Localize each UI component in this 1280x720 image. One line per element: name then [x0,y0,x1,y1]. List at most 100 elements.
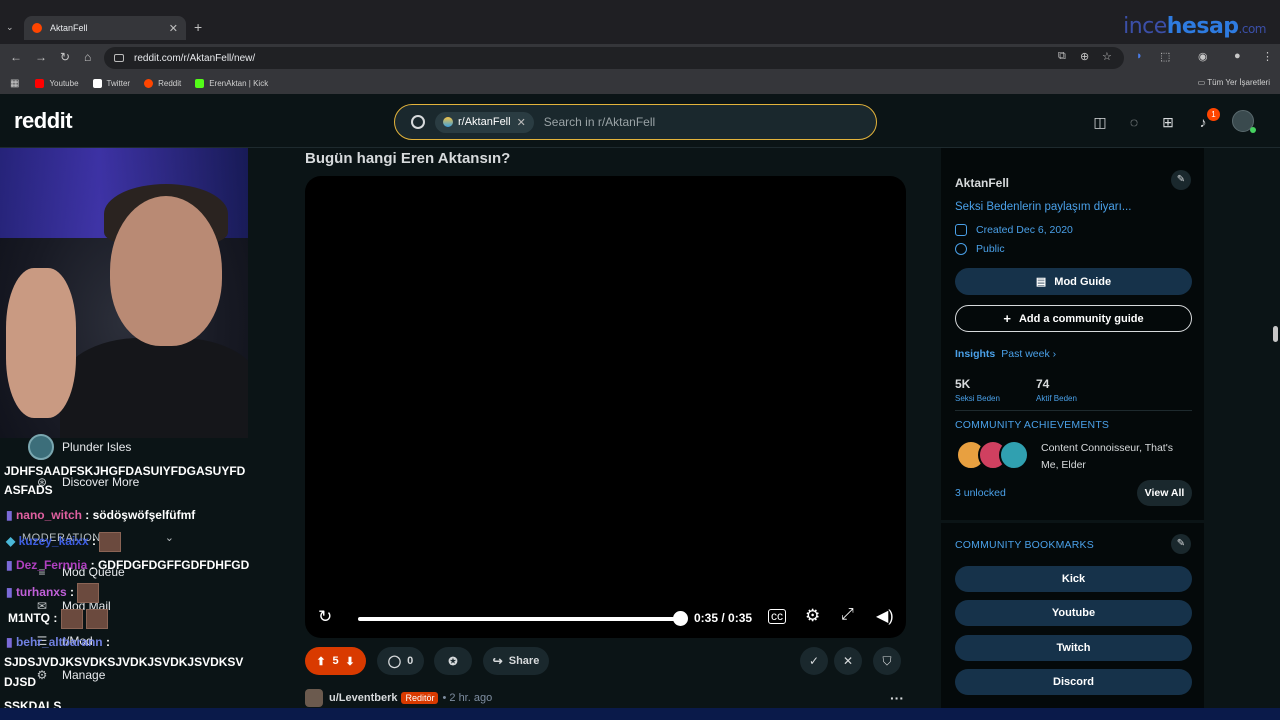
sidebar-item-plunder-isles[interactable]: Plunder Isles [62,440,131,454]
cake-icon [955,224,967,236]
replay-icon[interactable]: ↻ [318,607,332,627]
add-community-guide-button[interactable]: + Add a community guide [955,305,1192,332]
chat-message: ▮ Dez_Fernnia : GDFDGFDGFFGDFDHFGD [6,558,250,572]
edit-pencil-icon[interactable]: ✎ [1171,170,1191,190]
vote-bar: ⬆ 5 ⬇ [305,647,366,675]
insights-row[interactable]: Insights Past week › [955,348,1056,360]
chat-badge-icon: ▮ [6,508,16,522]
more-options-icon[interactable]: ··· [890,690,904,706]
stat-members-label: Seksi Beden [955,394,1000,403]
upvote-icon[interactable]: ⬆ [316,655,325,668]
mod-guide-button[interactable]: ▤ Mod Guide [955,268,1192,295]
community-name: AktanFell [955,176,1010,190]
chat-message: ▮ nano_witch : södöşwöfşelfüfmf [6,508,196,522]
page-scrollbar[interactable] [1270,148,1280,708]
search-bar[interactable]: r/AktanFell ✕ [394,104,877,140]
bookmark-twitch-button[interactable]: Twitch [955,635,1192,661]
browser-tab[interactable]: AktanFell ✕ [24,16,186,40]
zoom-icon[interactable]: ⊕ [1080,50,1089,63]
url-text: reddit.com/r/AktanFell/new/ [134,52,256,64]
subreddit-chip[interactable]: r/AktanFell ✕ [435,111,534,133]
edit-pencil-icon[interactable]: ✎ [1171,534,1191,554]
create-post-icon[interactable]: ⊞ [1158,112,1178,132]
post-title[interactable]: Bugün hangi Eren Aktansın? [305,150,510,167]
profile-icon[interactable]: ◉ [1198,50,1208,63]
bookmark-twitter[interactable]: Twitter [92,78,130,88]
chat-badge-icon: ◆ [6,534,19,549]
all-bookmarks-button[interactable]: ▭ Tüm Yer İşaretleri [1198,78,1270,87]
comment-time: • 2 hr. ago [442,692,493,704]
commenter-avatar[interactable] [305,689,323,707]
share-button[interactable]: ↪ Share [483,647,549,675]
chat-message: M1NTQ : [8,609,109,629]
share-icon: ↪ [492,654,503,668]
bookmarks-bar: ▦ Youtube Twitter Reddit ErenAktan | Kic… [0,72,1280,94]
streamer-body [60,338,248,438]
shield-icon[interactable]: ⛉ [873,647,901,675]
progress-knob[interactable] [673,611,688,626]
extensions-icon[interactable]: ⬚ [1160,50,1170,63]
reload-icon[interactable]: ↻ [60,50,70,64]
bookmark-kick[interactable]: ErenAktan | Kick [195,78,268,88]
search-icon [411,115,425,129]
settings-icon[interactable]: ⚙ [805,606,820,626]
scrollbar-thumb[interactable] [1273,326,1278,342]
volume-icon[interactable]: ◀) [876,606,894,626]
site-info-icon[interactable] [114,54,124,62]
subreddit-icon [443,117,453,127]
downvote-icon[interactable]: ⬇ [345,655,354,668]
address-bar[interactable]: reddit.com/r/AktanFell/new/ [104,47,1124,69]
new-tab-button[interactable]: + [194,19,202,35]
streamer-hand [6,268,76,418]
stream-bottom-bar [0,708,1280,720]
online-status-dot [1250,127,1256,133]
community-description: Seksi Bedenlerin paylaşım diyarı... [955,201,1132,213]
video-time: 0:35 / 0:35 [694,611,753,625]
menu-icon[interactable]: ⋮ [1262,50,1273,63]
game-icon [28,434,54,460]
apps-icon[interactable]: ▦ [10,78,19,89]
chevron-down-icon: ⌄ [164,532,175,544]
tab-list-icon[interactable]: ⌄ [6,22,14,33]
ads-icon[interactable]: ◫ [1090,112,1110,132]
reddit-logo[interactable]: reddit [14,108,73,134]
commenter-name[interactable]: u/Leventberk [329,692,397,704]
gear-icon: ⚙ [36,668,48,682]
bookmarks-title: COMMUNITY BOOKMARKS [955,539,1094,551]
bookmark-star-icon[interactable]: ☆ [1102,50,1112,63]
sidebar-item-manage[interactable]: ⚙ Manage [34,668,106,682]
chip-close-icon[interactable]: ✕ [517,116,526,129]
extension-icon[interactable]: ◗ [1136,50,1143,62]
chat-emote [77,583,100,603]
back-icon[interactable]: ← [10,50,22,64]
view-all-button[interactable]: View All [1137,480,1192,506]
captions-icon[interactable]: cc [768,609,786,624]
forward-icon[interactable]: → [35,50,47,64]
x-icon [92,78,102,88]
chat-icon[interactable]: ◌ [1124,112,1144,132]
home-icon[interactable]: ⌂ [84,50,91,64]
bookmark-reddit[interactable]: Reddit [144,78,181,88]
award-button[interactable]: ✪ [434,647,472,675]
remove-icon[interactable]: ✕ [834,647,862,675]
tab-close-icon[interactable]: ✕ [169,22,178,35]
video-player[interactable] [305,176,906,638]
search-input[interactable] [543,115,844,129]
comments-button[interactable]: ◯ 0 [377,647,424,675]
webcam-overlay [0,148,248,438]
chat-message: JDHFSAADFSKJHGFDASUIYFDGASUYFD [4,464,246,478]
bookmark-discord-button[interactable]: Discord [955,669,1192,695]
approve-icon[interactable]: ✓ [800,647,828,675]
fullscreen-icon[interactable]: ⤢ [841,606,854,624]
video-progress-bar[interactable] [358,617,680,621]
bookmark-youtube-button[interactable]: Youtube [955,600,1192,626]
chat-emote [99,532,122,552]
bookmark-kick-button[interactable]: Kick [955,566,1192,592]
globe-icon [955,243,967,255]
book-icon: ▤ [1035,276,1047,288]
stat-online: 74 [1036,377,1050,391]
profile-avatar-icon[interactable]: ● [1234,50,1241,62]
unlocked-count: 3 unlocked [955,487,1006,499]
bookmark-youtube[interactable]: Youtube [35,78,79,88]
install-icon[interactable]: ⧉ [1058,50,1066,63]
